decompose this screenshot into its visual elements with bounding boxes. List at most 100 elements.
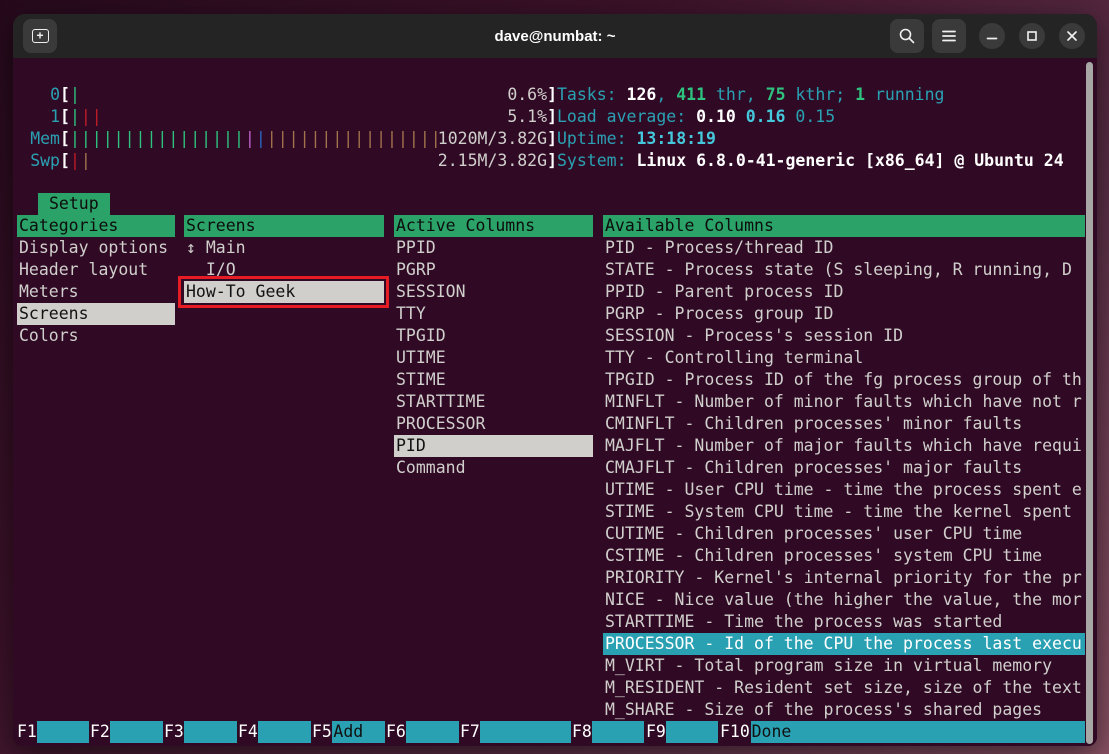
scrollbar-thumb[interactable] — [1086, 62, 1093, 744]
fkey-f1-label[interactable] — [37, 721, 90, 743]
list-item[interactable]: PROCESSOR - Id of the CPU the process la… — [603, 633, 1085, 655]
header-info-line: Load average: 0.10 0.16 0.15 — [557, 107, 836, 126]
fkey-f1[interactable]: F1 — [17, 721, 37, 743]
meter-bar-green: |||||||||||||||| — [69, 129, 245, 148]
panel-header-screens: Screens — [184, 215, 384, 237]
meter-value: 5.1% — [507, 107, 548, 126]
list-item[interactable]: PROCESSOR — [394, 413, 593, 435]
meter-value: 2.15M/3.82G — [437, 151, 548, 170]
list-item[interactable]: STARTTIME - Time the process was started — [603, 611, 1085, 633]
meter-bar-red: | — [69, 151, 81, 170]
meter-bar-yellow: ||||||||||||||||||||||| — [266, 129, 438, 148]
meter-bar-red: || — [80, 107, 103, 126]
close-button[interactable] — [1059, 23, 1085, 49]
fkey-f9[interactable]: F9 — [646, 721, 666, 743]
meter-0: 0[| 0.6%] — [30, 84, 557, 106]
fkey-f10-label[interactable]: Done — [750, 721, 1085, 743]
list-item[interactable]: M_RESIDENT - Resident set size, size of … — [603, 677, 1085, 699]
maximize-button[interactable] — [1019, 23, 1045, 49]
list-item[interactable]: STATE - Process state (S sleeping, R run… — [603, 259, 1085, 281]
meter-1: 1[||| 5.1%] — [30, 106, 557, 128]
titlebar[interactable]: dave@numbat: ~ — [13, 14, 1097, 58]
list-item[interactable]: PGRP - Process group ID — [603, 303, 1085, 325]
fkey-f5-label[interactable]: Add — [332, 721, 386, 743]
list-item[interactable]: UTIME - User CPU time - time the process… — [603, 479, 1085, 501]
list-item[interactable]: Colors — [17, 325, 175, 347]
list-item[interactable]: PID - Process/thread ID — [603, 237, 1085, 259]
list-item[interactable]: Command — [394, 457, 593, 479]
fkey-f3-label[interactable] — [184, 721, 238, 743]
meter-bar-blue: | — [255, 129, 267, 148]
list-item[interactable]: TTY - Controlling terminal — [603, 347, 1085, 369]
list-item[interactable]: STIME — [394, 369, 593, 391]
search-icon — [899, 28, 915, 44]
list-item[interactable]: MAJFLT - Number of major faults which ha… — [603, 435, 1085, 457]
meter-bar-yellow: | — [80, 151, 92, 170]
meter-value: 1020M/3.82G — [437, 129, 548, 148]
list-item[interactable]: CUTIME - Children processes' user CPU ti… — [603, 523, 1085, 545]
fkey-f9-label[interactable] — [666, 721, 719, 743]
list-item[interactable]: PGRP — [394, 259, 593, 281]
meter-value: 0.6% — [507, 85, 548, 104]
minimize-button[interactable] — [979, 23, 1005, 49]
list-item[interactable]: PPID — [394, 237, 593, 259]
list-item[interactable]: PPID - Parent process ID — [603, 281, 1085, 303]
list-item[interactable]: SESSION - Process's session ID — [603, 325, 1085, 347]
fkey-f7-label[interactable] — [480, 721, 572, 743]
list-item[interactable]: STIME - System CPU time - time the kerne… — [603, 501, 1085, 523]
fkey-f10[interactable]: F10 — [720, 721, 751, 743]
fkey-f4-label[interactable] — [258, 721, 312, 743]
search-button[interactable] — [890, 19, 924, 53]
fkey-f6-label[interactable] — [406, 721, 460, 743]
list-item[interactable]: STARTTIME — [394, 391, 593, 413]
list-item[interactable]: Header layout — [17, 259, 175, 281]
list-item[interactable]: Screens — [17, 303, 175, 325]
list-item[interactable]: CMAJFLT - Children processes' major faul… — [603, 457, 1085, 479]
fkey-f8[interactable]: F8 — [572, 721, 592, 743]
list-item[interactable]: TPGID — [394, 325, 593, 347]
menu-icon — [942, 30, 956, 42]
fkey-f2-label[interactable] — [110, 721, 164, 743]
terminal-window: dave@numbat: ~ — [13, 14, 1097, 746]
meter-bar-magenta: | — [244, 129, 256, 148]
panel-header-categories: Categories — [17, 215, 175, 237]
list-item[interactable]: PRIORITY - Kernel's internal priority fo… — [603, 567, 1085, 589]
annotation-red-box — [178, 276, 389, 308]
panel-header-available-columns: Available Columns — [603, 215, 1085, 237]
list-item[interactable]: CSTIME - Children processes' system CPU … — [603, 545, 1085, 567]
menu-button[interactable] — [932, 19, 966, 53]
meter-swp: Swp[|| 2.15M/3.82G] — [30, 151, 557, 170]
maximize-icon — [1027, 31, 1037, 41]
list-item[interactable]: TTY — [394, 303, 593, 325]
list-item[interactable]: M_SHARE - Size of the process's shared p… — [603, 699, 1085, 721]
list-item[interactable]: M_VIRT - Total program size in virtual m… — [603, 655, 1085, 677]
fkey-f4[interactable]: F4 — [238, 721, 258, 743]
list-item[interactable]: Display options — [17, 237, 175, 259]
list-item[interactable]: MINFLT - Number of minor faults which ha… — [603, 391, 1085, 413]
fkey-f7[interactable]: F7 — [460, 721, 480, 743]
meter-label: Mem — [30, 129, 60, 148]
fkey-f2[interactable]: F2 — [90, 721, 110, 743]
list-item[interactable]: SESSION — [394, 281, 593, 303]
fkey-f5[interactable]: F5 — [312, 721, 332, 743]
new-tab-button[interactable] — [23, 19, 57, 53]
minimize-icon — [986, 37, 998, 40]
list-item[interactable]: TPGID - Process ID of the fg process gro… — [603, 369, 1085, 391]
list-item[interactable]: Meters — [17, 281, 175, 303]
fkey-f8-label[interactable] — [592, 721, 645, 743]
list-item[interactable]: CMINFLT - Children processes' minor faul… — [603, 413, 1085, 435]
fkey-f3[interactable]: F3 — [164, 721, 184, 743]
header-info-line: System: Linux 6.8.0-41-generic [x86_64] … — [557, 151, 1064, 170]
header-info-line: Uptime: 13:18:19 — [557, 129, 716, 148]
meter-bar-green: | — [69, 107, 81, 126]
fkey-f6[interactable]: F6 — [386, 721, 406, 743]
panel-header-active-columns: Active Columns — [394, 215, 593, 237]
htop-setup-screen: 0[| 0.6%] 1[||| 5.1%] Mem[||||||||||||||||||… — [13, 58, 1097, 746]
list-item[interactable]: ↕ Main — [184, 237, 384, 259]
list-item[interactable]: PID — [394, 435, 593, 457]
tab-setup[interactable]: Setup — [38, 193, 110, 215]
list-item[interactable]: UTIME — [394, 347, 593, 369]
list-item[interactable]: NICE - Nice value (the higher the value,… — [603, 589, 1085, 611]
new-tab-icon — [31, 29, 49, 43]
close-icon — [1067, 31, 1077, 41]
